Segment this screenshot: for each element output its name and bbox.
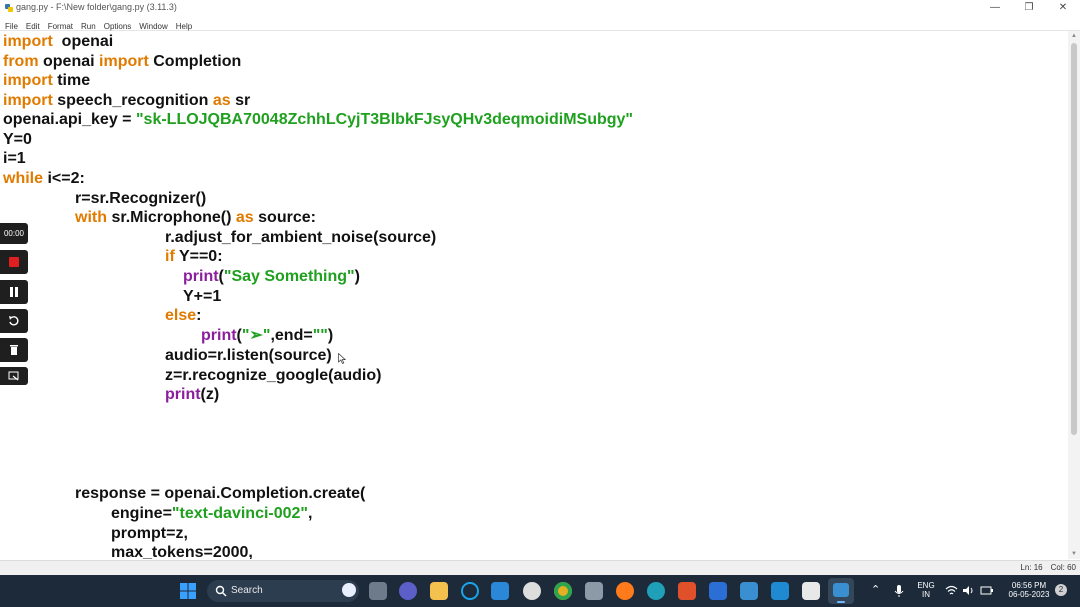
vscode-icon[interactable]: [771, 582, 789, 600]
clock-time: 06:56 PM: [1011, 581, 1047, 590]
minimize-button[interactable]: —: [978, 0, 1012, 16]
brave-icon[interactable]: [678, 582, 696, 600]
search-label: Search: [231, 585, 263, 596]
status-bar: Ln: 16 Col: 60: [0, 560, 1080, 575]
menu-format[interactable]: Format: [44, 21, 77, 31]
trash-icon: [10, 345, 18, 355]
camera-icon[interactable]: [585, 582, 603, 600]
cursor-col: Col: 60: [1050, 563, 1076, 572]
notification-badge[interactable]: 2: [1055, 584, 1067, 596]
language-indicator[interactable]: ENG IN: [912, 581, 940, 599]
window-title: gang.py - F:\New folder\gang.py (3.11.3): [16, 2, 177, 12]
vertical-scrollbar[interactable]: ▲ ▼: [1068, 31, 1080, 559]
maximize-button[interactable]: ❐: [1012, 0, 1046, 16]
mouse-cursor-icon: [338, 353, 346, 364]
code-line-6: Y=0: [3, 131, 32, 148]
teams-chat-icon[interactable]: [399, 582, 417, 600]
code-line-21: engine="text-davinci-002",: [111, 505, 313, 522]
record-pause-button[interactable]: [0, 280, 28, 304]
code-line-22: prompt=z,: [111, 525, 188, 542]
screen-recorder-taskbar-button[interactable]: [828, 578, 854, 604]
cortana-icon[interactable]: [461, 582, 479, 600]
taskbar-search[interactable]: Search: [207, 580, 359, 602]
edge-icon[interactable]: [647, 582, 665, 600]
code-line-20: response = openai.Completion.create(: [75, 485, 366, 502]
python-idle-taskbar-icon[interactable]: [740, 582, 758, 600]
code-line-10: with sr.Microphone() as source:: [75, 209, 316, 226]
code-line-17: audio=r.listen(source): [165, 347, 332, 364]
menu-edit[interactable]: Edit: [22, 21, 44, 31]
recorder-app-icon: [833, 583, 849, 597]
code-line-18: z=r.recognize_google(audio): [165, 367, 382, 384]
menu-help[interactable]: Help: [172, 21, 196, 31]
restart-icon: [9, 316, 19, 326]
microphone-icon[interactable]: [893, 584, 905, 598]
title-bar: gang.py - F:\New folder\gang.py (3.11.3)…: [0, 0, 1080, 16]
code-line-12: if Y==0:: [165, 248, 223, 265]
stop-icon: [9, 257, 19, 267]
region-code: IN: [922, 590, 930, 599]
menu-file[interactable]: File: [0, 21, 22, 31]
code-line-3: import time: [3, 72, 91, 89]
record-stop-button[interactable]: [0, 250, 28, 274]
code-line-23: max_tokens=2000,: [111, 544, 253, 559]
photos-icon[interactable]: [709, 582, 727, 600]
code-line-2: from openai import Completion: [3, 53, 242, 70]
chevron-up-icon[interactable]: ⌃: [871, 583, 880, 596]
scroll-down-arrow-icon[interactable]: ▼: [1068, 549, 1080, 559]
battery-icon[interactable]: [980, 585, 994, 596]
menu-options[interactable]: Options: [100, 21, 136, 31]
clock-date: 06-05-2023: [1008, 590, 1050, 599]
scroll-up-arrow-icon[interactable]: ▲: [1068, 31, 1080, 41]
code-line-15: else:: [165, 307, 202, 324]
code-line-7: i=1: [3, 150, 26, 167]
windows-taskbar: Search ⌃ ENG IN 06:56 PM 06-05-2023 2: [0, 575, 1080, 607]
file-explorer-icon[interactable]: [430, 582, 448, 600]
code-line-9: r=sr.Recognizer(): [75, 190, 207, 207]
close-button[interactable]: ✕: [1046, 0, 1080, 16]
code-line-4: import speech_recognition as sr: [3, 92, 251, 109]
search-icon: [215, 585, 227, 597]
chrome-icon[interactable]: [554, 582, 572, 600]
code-editor[interactable]: import openai from openai import Complet…: [0, 31, 1068, 559]
cursor-line: Ln: 16: [1020, 563, 1043, 572]
code-line-11: r.adjust_for_ambient_noise(source): [165, 229, 437, 246]
code-line-13: print("Say Something"): [183, 268, 360, 285]
microsoft-store-icon[interactable]: [491, 582, 509, 600]
code-line-8: while i<=2:: [3, 170, 85, 187]
code-line-16: print("➢",end=""): [201, 327, 334, 344]
task-view-icon[interactable]: [369, 582, 387, 600]
firefox-icon[interactable]: [616, 582, 634, 600]
bing-icon: [342, 583, 356, 597]
menu-bar: File Edit Format Run Options Window Help: [0, 16, 1080, 31]
language-code: ENG: [917, 581, 935, 590]
pen-icon: [8, 371, 19, 381]
notepad-icon[interactable]: [802, 582, 820, 600]
python-idle-icon: [5, 4, 13, 12]
windows-start-icon[interactable]: [179, 582, 197, 600]
scrollbar-thumb[interactable]: [1071, 43, 1077, 435]
menu-window[interactable]: Window: [135, 21, 171, 31]
record-annotate-button[interactable]: [0, 367, 28, 385]
dell-icon[interactable]: [523, 582, 541, 600]
code-line-5: openai.api_key = "sk-LLOJQBA70048ZchhLCy…: [3, 111, 634, 128]
recording-timer: 00:00: [0, 223, 28, 244]
record-delete-button[interactable]: [0, 338, 28, 362]
volume-icon[interactable]: [962, 585, 975, 596]
active-indicator: [837, 601, 845, 603]
record-restart-button[interactable]: [0, 309, 28, 333]
wifi-icon[interactable]: [945, 585, 958, 596]
code-line-19: print(z): [165, 386, 220, 403]
pause-icon: [10, 287, 18, 297]
code-line-1: import openai: [3, 33, 114, 50]
code-line-14: Y+=1: [183, 288, 222, 305]
clock[interactable]: 06:56 PM 06-05-2023: [1000, 581, 1058, 599]
menu-run[interactable]: Run: [77, 21, 100, 31]
